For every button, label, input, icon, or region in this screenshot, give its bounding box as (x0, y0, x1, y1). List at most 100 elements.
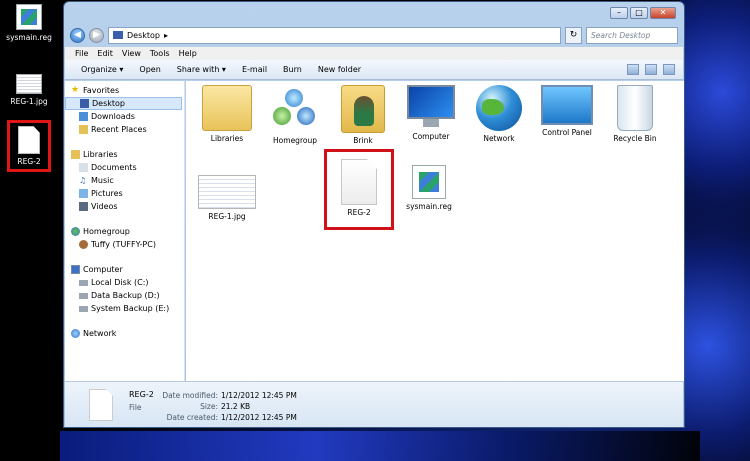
nav-videos[interactable]: Videos (65, 200, 184, 213)
desktop-icon-reg2[interactable]: REG-2 (3, 126, 55, 166)
item-recycle-bin[interactable]: Recycle Bin (602, 85, 668, 143)
menu-view[interactable]: View (122, 49, 141, 58)
network-globe-icon (476, 85, 522, 131)
forward-button[interactable]: ▶ (89, 27, 104, 43)
nav-network-label: Network (83, 329, 117, 338)
nav-homegroup-label: Homegroup (83, 227, 130, 236)
registry-file-icon (16, 4, 42, 30)
item-brink[interactable]: Brink (330, 85, 396, 145)
nav-downloads-label: Downloads (91, 112, 135, 121)
item-reg2[interactable]: REG-2 (326, 159, 392, 217)
menu-bar: File Edit View Tools Help (65, 47, 683, 60)
libraries-icon (71, 150, 80, 159)
menu-edit[interactable]: Edit (97, 49, 113, 58)
item-computer[interactable]: Computer (398, 85, 464, 141)
registry-file-icon (412, 165, 446, 199)
item-libraries[interactable]: Libraries (194, 85, 260, 143)
desktop-icon-label: sysmain.reg (6, 33, 52, 42)
menu-file[interactable]: File (75, 49, 88, 58)
item-homegroup[interactable]: Homegroup (262, 85, 328, 145)
drive-icon (79, 279, 88, 286)
details-file-type: File (129, 403, 142, 412)
desktop-icon (80, 99, 89, 108)
nav-downloads[interactable]: Downloads (65, 110, 184, 123)
recent-places-icon (79, 125, 88, 134)
nav-favorites[interactable]: ★ Favorites (65, 84, 184, 97)
network-icon (71, 329, 80, 338)
nav-recent-places-label: Recent Places (91, 125, 147, 134)
burn-button[interactable]: Burn (283, 65, 302, 74)
details-properties: Date modified: 1/12/2012 12:45 PM Size: … (155, 390, 297, 423)
blank-file-icon (89, 389, 113, 421)
menu-tools[interactable]: Tools (150, 49, 170, 58)
item-label: Computer (412, 132, 450, 141)
navigation-pane: ★ Favorites Desktop Downloads Recent Pla… (65, 81, 185, 381)
menu-help[interactable]: Help (179, 49, 197, 58)
control-panel-icon (541, 85, 593, 125)
downloads-icon (79, 112, 88, 121)
desktop-icon-reg1[interactable]: REG-1.jpg (3, 74, 55, 106)
help-icon[interactable] (663, 64, 675, 75)
image-thumbnail-icon (198, 175, 256, 209)
search-input[interactable]: Search Desktop (586, 26, 678, 44)
item-sysmain-reg[interactable]: sysmain.reg (396, 165, 462, 211)
item-label: sysmain.reg (406, 202, 452, 211)
item-label: REG-1.jpg (208, 212, 246, 221)
organize-button[interactable]: Organize ▾ (81, 65, 123, 74)
nav-computer[interactable]: Computer (65, 263, 184, 276)
refresh-button[interactable]: ↻ (565, 26, 582, 44)
explorer-window: – □ ✕ ◀ ▶ Desktop ▸ ↻ Search Desktop Fil… (63, 1, 685, 428)
desktop-icon-sysmain[interactable]: sysmain.reg (3, 4, 55, 42)
nav-desktop[interactable]: Desktop (65, 97, 182, 110)
size-label: Size: (200, 402, 218, 411)
nav-music[interactable]: ♫ Music (65, 174, 184, 187)
nav-homegroup[interactable]: Homegroup (65, 225, 184, 238)
nav-tuffy-pc[interactable]: Tuffy (TUFFY-PC) (65, 238, 184, 251)
back-button[interactable]: ◀ (70, 27, 85, 43)
jpg-file-icon (16, 74, 42, 94)
item-label: Recycle Bin (613, 134, 657, 143)
details-row-modified: Date modified: 1/12/2012 12:45 PM (155, 390, 297, 401)
change-view-icon[interactable] (627, 64, 639, 75)
created-value: 1/12/2012 12:45 PM (221, 413, 297, 422)
nav-documents[interactable]: Documents (65, 161, 184, 174)
created-label: Date created: (166, 413, 218, 422)
nav-desktop-label: Desktop (92, 99, 125, 108)
nav-recent-places[interactable]: Recent Places (65, 123, 184, 136)
nav-data-backup-d[interactable]: Data Backup (D:) (65, 289, 184, 302)
drive-icon (79, 305, 88, 312)
homegroup-icon (271, 85, 319, 133)
address-bar[interactable]: Desktop ▸ (108, 26, 561, 44)
nav-network[interactable]: Network (65, 327, 184, 340)
nav-favorites-label: Favorites (83, 86, 120, 95)
maximize-button[interactable]: □ (630, 7, 648, 19)
nav-local-disk-label: Local Disk (C:) (91, 278, 149, 287)
nav-system-backup-e[interactable]: System Backup (E:) (65, 302, 184, 315)
item-label: Brink (353, 136, 373, 145)
blank-file-icon (18, 126, 40, 154)
new-folder-button[interactable]: New folder (318, 65, 361, 74)
nav-libraries[interactable]: Libraries (65, 148, 184, 161)
nav-music-label: Music (91, 176, 114, 185)
item-control-panel[interactable]: Control Panel (534, 85, 600, 137)
breadcrumb-desktop[interactable]: Desktop (127, 31, 160, 40)
minimize-button[interactable]: – (610, 7, 628, 19)
nav-pictures[interactable]: Pictures (65, 187, 184, 200)
command-bar: Organize ▾ Open Share with ▾ E-mail Burn… (65, 60, 683, 80)
open-button[interactable]: Open (139, 65, 160, 74)
preview-pane-icon[interactable] (645, 64, 657, 75)
close-button[interactable]: ✕ (650, 7, 676, 19)
nav-pictures-label: Pictures (91, 189, 123, 198)
user-folder-icon (341, 85, 385, 133)
breadcrumb-arrow-icon[interactable]: ▸ (164, 31, 168, 40)
share-with-button[interactable]: Share with ▾ (177, 65, 226, 74)
nav-videos-label: Videos (91, 202, 118, 211)
address-row: ◀ ▶ Desktop ▸ ↻ Search Desktop (70, 25, 678, 45)
item-label: REG-2 (347, 208, 371, 217)
nav-local-disk-c[interactable]: Local Disk (C:) (65, 276, 184, 289)
details-row-created: Date created: 1/12/2012 12:45 PM (155, 412, 297, 423)
modified-label: Date modified: (162, 391, 218, 400)
email-button[interactable]: E-mail (242, 65, 267, 74)
item-network[interactable]: Network (466, 85, 532, 143)
item-reg1-jpg[interactable]: REG-1.jpg (194, 175, 260, 221)
